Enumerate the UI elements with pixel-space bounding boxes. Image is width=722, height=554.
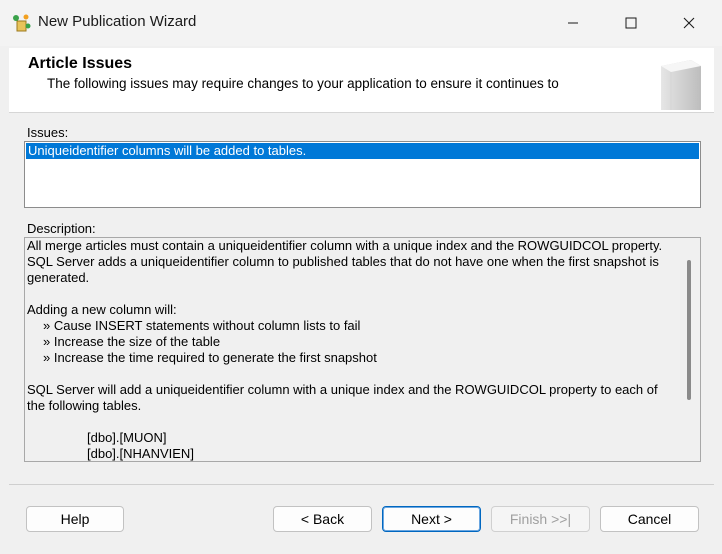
help-button[interactable]: Help xyxy=(26,506,124,532)
table-name: [dbo].[MUON] xyxy=(87,430,167,445)
back-button[interactable]: < Back xyxy=(273,506,372,532)
finish-button: Finish >>| xyxy=(491,506,590,532)
page-title: Article Issues xyxy=(28,55,133,72)
description-line: the following tables. xyxy=(27,398,142,413)
next-button[interactable]: Next > xyxy=(382,506,481,532)
bullet-item: » Increase the size of the table xyxy=(43,334,221,349)
wizard-header: Article Issues The following issues may … xyxy=(9,48,714,113)
page-subtitle: The following issues may require changes… xyxy=(47,76,559,91)
database-illustration-icon xyxy=(649,52,709,112)
minimize-button[interactable] xyxy=(550,4,596,42)
title-bar: New Publication Wizard xyxy=(0,0,722,46)
bullet-item: » Increase the time required to generate… xyxy=(43,350,377,365)
description-line: SQL Server adds a uniqueidentifier colum… xyxy=(27,254,659,269)
description-line: All merge articles must contain a unique… xyxy=(27,238,663,253)
wizard-app-icon xyxy=(12,13,32,33)
table-name: [dbo].[NHANVIEN] xyxy=(87,446,194,461)
list-item[interactable]: Uniqueidentifier columns will be added t… xyxy=(26,143,699,159)
bullet-item: » Cause INSERT statements without column… xyxy=(43,318,361,333)
description-text: All merge articles must contain a unique… xyxy=(27,238,677,461)
issues-list[interactable]: Uniqueidentifier columns will be added t… xyxy=(24,141,701,208)
close-button[interactable] xyxy=(666,4,712,42)
description-box[interactable]: All merge articles must contain a unique… xyxy=(24,237,701,462)
window-title: New Publication Wizard xyxy=(38,13,197,30)
issues-label: Issues: xyxy=(27,125,69,140)
description-line: SQL Server will add a uniqueidentifier c… xyxy=(27,382,658,397)
description-line: generated. xyxy=(27,270,90,285)
scrollbar-thumb[interactable] xyxy=(687,260,691,400)
maximize-button[interactable] xyxy=(608,4,654,42)
cancel-button[interactable]: Cancel xyxy=(600,506,699,532)
description-line: Adding a new column will: xyxy=(27,302,177,317)
footer-divider xyxy=(9,484,714,485)
description-label: Description: xyxy=(27,221,96,236)
